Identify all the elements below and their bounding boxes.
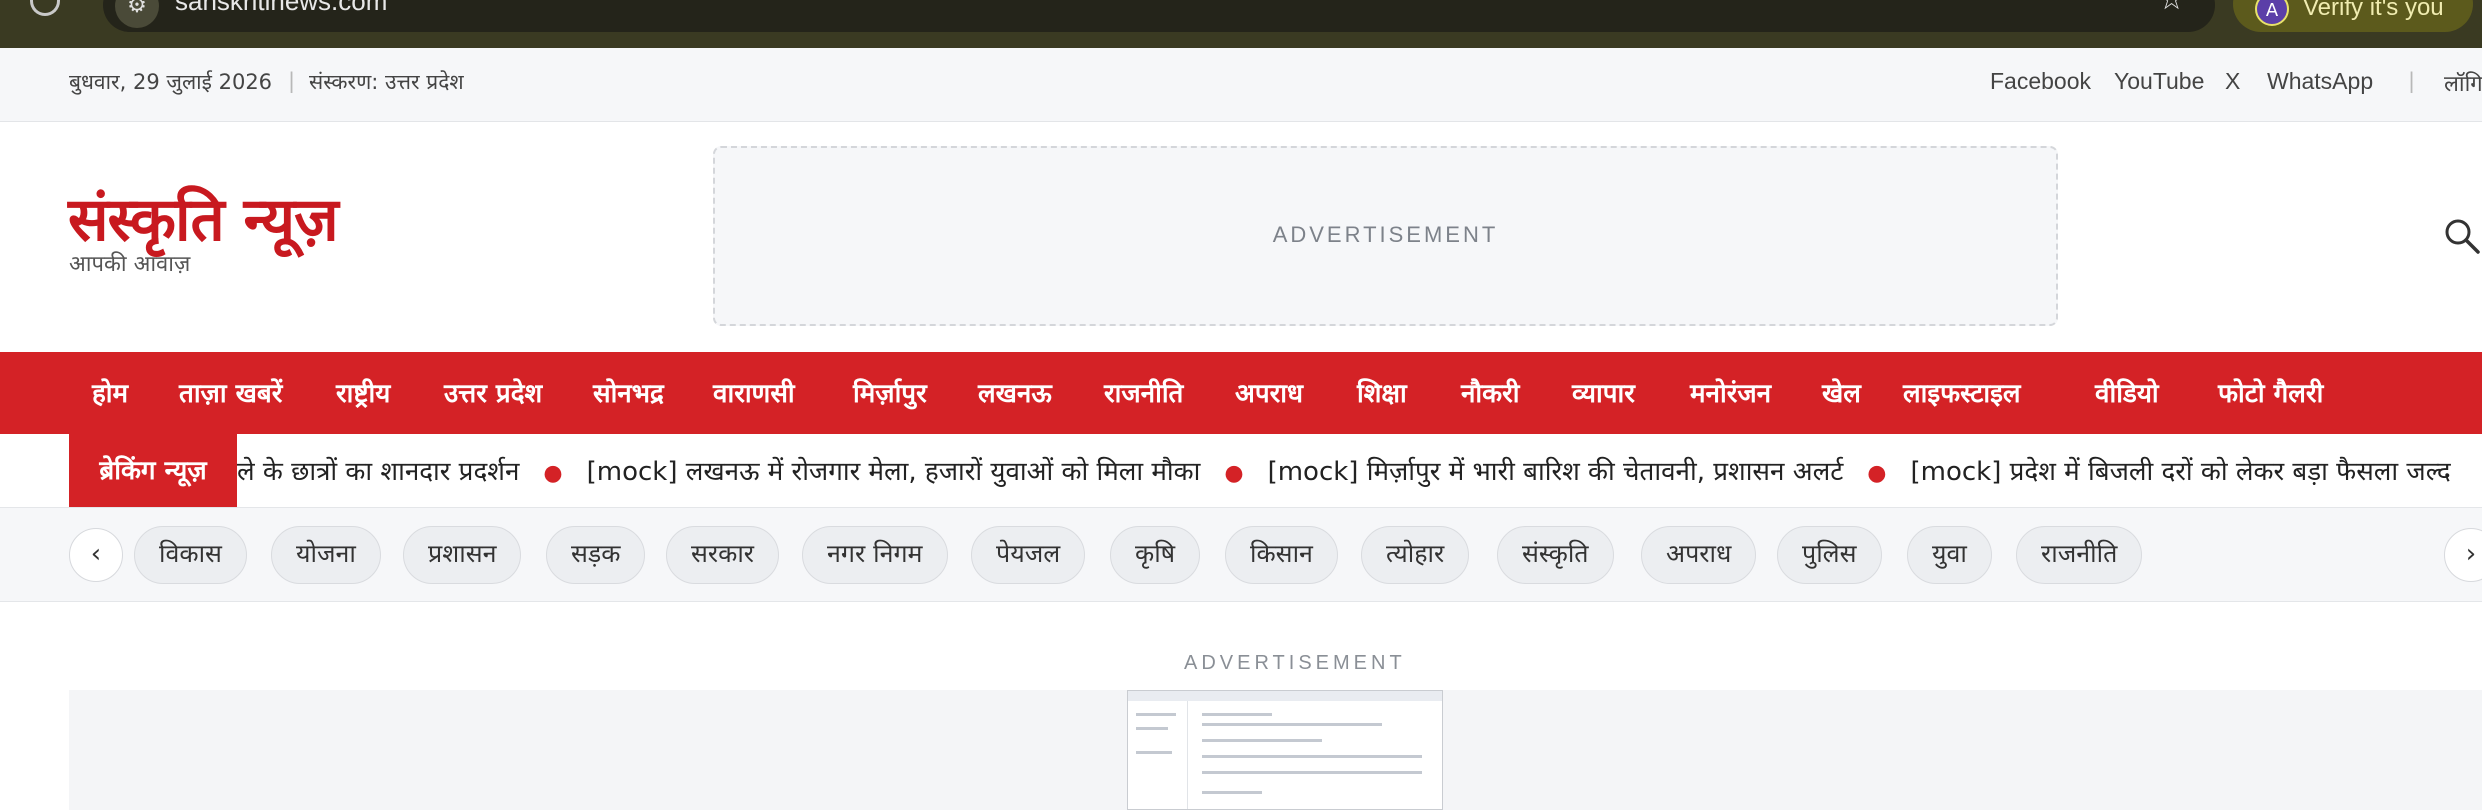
- browser-toolbar: ⚙ sanskritinews.com ☆ A Verify it's you: [0, 0, 2482, 48]
- tag-chip[interactable]: किसान: [1225, 526, 1338, 584]
- site-header: संस्कृति न्यूज़ आपकी आवाज़ ADVERTISEMENT: [0, 122, 2482, 352]
- tag-chip[interactable]: नगर निगम: [802, 526, 948, 584]
- tag-chip[interactable]: विकास: [134, 526, 247, 584]
- edition-label: संस्करण: उत्तर प्रदेश: [309, 70, 464, 94]
- nav-item-education[interactable]: शिक्षा: [1357, 374, 1407, 410]
- nav-item-politics[interactable]: राजनीति: [1104, 374, 1183, 410]
- url-text[interactable]: sanskritinews.com: [175, 0, 387, 17]
- tag-chip[interactable]: पेयजल: [971, 526, 1086, 584]
- tag-chip[interactable]: योजना: [271, 526, 381, 584]
- ticker-headline[interactable]: [mock] मिर्ज़ापुर में भारी बारिश की चेता…: [1268, 457, 1844, 487]
- nav-item-mirzapur[interactable]: मिर्ज़ापुर: [853, 374, 927, 410]
- ad-screenshot-image[interactable]: [1127, 690, 1443, 810]
- divider: |: [2408, 69, 2416, 93]
- topic-tags-bar: ‹ विकास योजना प्रशासन सड़क सरकार नगर निग…: [0, 508, 2482, 602]
- nav-item-crime[interactable]: अपराध: [1235, 374, 1303, 410]
- ad-label: ADVERTISEMENT: [1272, 222, 1499, 247]
- ticker-separator: ●: [1224, 461, 1244, 486]
- divider: |: [288, 69, 296, 93]
- nav-item-home[interactable]: होम: [92, 374, 128, 410]
- ticker-headline[interactable]: ले के छात्रों का शानदार प्रदर्शन: [237, 457, 519, 487]
- ticker-separator: ●: [1867, 461, 1887, 486]
- current-date: बुधवार, 29 जुलाई 2026: [69, 70, 273, 94]
- facebook-link[interactable]: Facebook: [1990, 68, 2091, 95]
- tag-chip[interactable]: सरकार: [666, 526, 780, 584]
- youtube-link[interactable]: YouTube: [2114, 68, 2204, 95]
- main-content: ADVERTISEMENT: [0, 602, 2482, 810]
- header-advertisement[interactable]: ADVERTISEMENT: [713, 146, 2058, 326]
- top-utility-bar: बुधवार, 29 जुलाई 2026 | संस्करण: उत्तर प…: [0, 48, 2482, 122]
- nav-item-photo-gallery[interactable]: फोटो गैलरी: [2218, 374, 2323, 410]
- tag-chip[interactable]: कृषि: [1110, 526, 1201, 584]
- ad-label: ADVERTISEMENT: [1184, 652, 1406, 674]
- nav-item-latest[interactable]: ताज़ा खबरें: [179, 374, 282, 410]
- nav-item-lifestyle[interactable]: लाइफस्टाइल: [1903, 374, 2021, 410]
- tag-chip[interactable]: संस्कृति: [1497, 526, 1614, 584]
- nav-item-uttar-pradesh[interactable]: उत्तर प्रदेश: [444, 374, 542, 410]
- site-tagline: आपकी आवाज़: [69, 252, 191, 277]
- news-ticker: ले के छात्रों का शानदार प्रदर्शन ● [mock] …: [237, 452, 2451, 488]
- tag-chip[interactable]: पुलिस: [1777, 526, 1882, 584]
- ticker-separator: ●: [543, 461, 563, 486]
- chevron-left-icon[interactable]: ‹: [69, 528, 123, 582]
- nav-item-video[interactable]: वीडियो: [2095, 374, 2159, 410]
- bookmark-star-icon[interactable]: ☆: [2158, 0, 2185, 17]
- nav-item-lucknow[interactable]: लखनऊ: [978, 374, 1052, 410]
- reload-icon[interactable]: [30, 0, 60, 16]
- profile-avatar: A: [2255, 0, 2289, 26]
- site-info-icon[interactable]: ⚙: [115, 0, 159, 28]
- tag-chip[interactable]: त्योहार: [1361, 526, 1470, 584]
- ticker-headline[interactable]: [mock] लखनऊ में रोजगार मेला, हजारों युवा…: [587, 457, 1201, 487]
- tag-chip[interactable]: प्रशासन: [403, 526, 522, 584]
- nav-item-entertainment[interactable]: मनोरंजन: [1690, 374, 1771, 410]
- x-link[interactable]: X: [2225, 68, 2240, 95]
- verify-identity-button[interactable]: A Verify it's you: [2233, 0, 2473, 32]
- breaking-news-bar: ले के छात्रों का शानदार प्रदर्शन ● [mock] …: [0, 434, 2482, 508]
- nav-item-varanasi[interactable]: वाराणसी: [713, 374, 795, 410]
- breaking-news-label: ब्रेकिंग न्यूज़: [69, 434, 237, 507]
- tag-chip[interactable]: युवा: [1907, 526, 1992, 584]
- search-icon[interactable]: [2442, 216, 2482, 256]
- nav-item-national[interactable]: राष्ट्रीय: [336, 374, 390, 410]
- ticker-headline[interactable]: [mock] प्रदेश में बिजली दरों को लेकर बड़…: [1911, 457, 2451, 487]
- main-navigation: होम ताज़ा खबरें राष्ट्रीय उत्तर प्रदेश स…: [0, 352, 2482, 434]
- nav-item-sports[interactable]: खेल: [1822, 374, 1861, 410]
- tag-chip[interactable]: अपराध: [1641, 526, 1757, 584]
- whatsapp-link[interactable]: WhatsApp: [2267, 68, 2373, 95]
- nav-item-business[interactable]: व्यापार: [1572, 374, 1635, 410]
- tag-chip[interactable]: सड़क: [546, 526, 646, 584]
- site-logo[interactable]: संस्कृति न्यूज़: [68, 176, 339, 258]
- address-bar[interactable]: ⚙ sanskritinews.com ☆: [103, 0, 2215, 32]
- login-link[interactable]: लॉगि: [2444, 68, 2482, 98]
- nav-item-jobs[interactable]: नौकरी: [1461, 374, 1520, 410]
- nav-item-sonbhadra[interactable]: सोनभद्र: [593, 374, 664, 410]
- verify-label: Verify it's you: [2303, 0, 2444, 21]
- chevron-right-icon[interactable]: ›: [2444, 528, 2482, 582]
- tag-chip[interactable]: राजनीति: [2016, 526, 2143, 584]
